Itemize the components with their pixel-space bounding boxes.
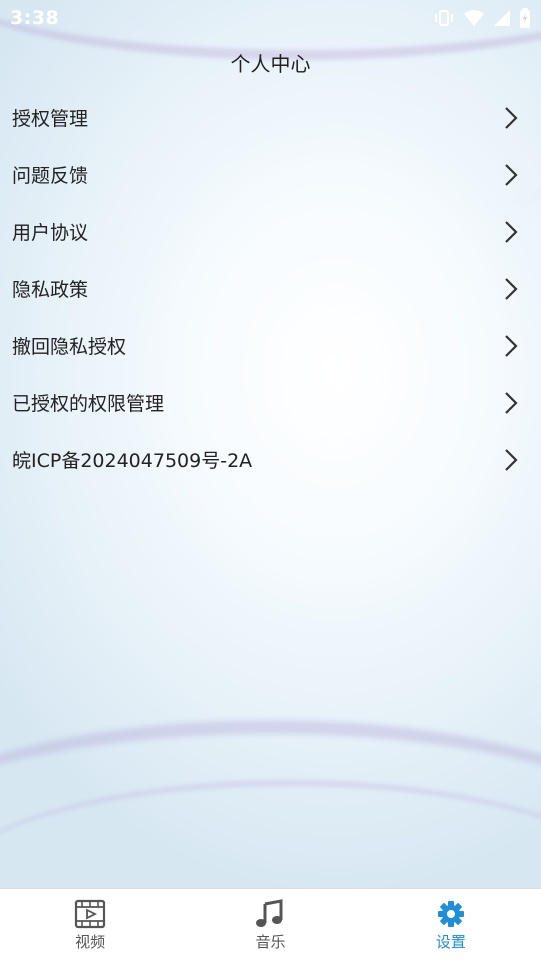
menu-item-label: 隐私政策 [12, 279, 89, 301]
status-bar: 3:38 [0, 0, 541, 36]
menu-item-label: 已授权的权限管理 [12, 393, 165, 415]
chevron-right-icon [505, 163, 518, 186]
chevron-right-icon [505, 334, 518, 357]
menu-item-label: 皖ICP备2024047509号-2A [12, 450, 253, 472]
chevron-right-icon [505, 277, 518, 300]
tab-label: 设置 [435, 933, 466, 951]
video-icon [75, 899, 106, 929]
menu-item-user-agreement[interactable]: 用户协议 [0, 203, 541, 260]
menu-item-revoke-privacy-authorization[interactable]: 撤回隐私授权 [0, 317, 541, 374]
chevron-right-icon [505, 220, 518, 243]
tab-music[interactable]: 音乐 [180, 889, 360, 961]
status-time: 3:38 [10, 7, 60, 29]
menu-item-label: 问题反馈 [12, 165, 89, 187]
tab-label: 视频 [75, 933, 106, 951]
tab-label: 音乐 [255, 933, 286, 951]
tab-settings[interactable]: 设置 [361, 889, 541, 961]
signal-icon [494, 10, 510, 26]
vibrate-icon [435, 10, 453, 26]
bottom-tab-bar: 视频 音乐 设置 [0, 888, 541, 961]
tab-video[interactable]: 视频 [0, 889, 180, 961]
menu-item-permission-management[interactable]: 已授权的权限管理 [0, 374, 541, 431]
status-icons [433, 8, 531, 28]
page-title: 个人中心 [230, 52, 311, 76]
music-note-icon [256, 899, 283, 927]
menu-item-feedback[interactable]: 问题反馈 [0, 146, 541, 203]
chevron-right-icon [505, 106, 518, 129]
gear-icon [437, 901, 464, 927]
menu-item-label: 撤回隐私授权 [12, 336, 127, 358]
chevron-right-icon [505, 391, 518, 414]
menu-item-authorization-management[interactable]: 授权管理 [0, 89, 541, 146]
battery-icon [520, 8, 530, 28]
settings-menu: 授权管理 问题反馈 用户协议 隐私政策 撤回隐私授权 已授权的权限管理 皖ICP… [0, 89, 541, 488]
menu-item-label: 用户协议 [12, 222, 89, 244]
menu-item-privacy-policy[interactable]: 隐私政策 [0, 260, 541, 317]
wifi-icon [464, 10, 484, 26]
chevron-right-icon [505, 448, 518, 471]
menu-item-label: 授权管理 [12, 108, 89, 130]
menu-item-icp-record[interactable]: 皖ICP备2024047509号-2A [0, 431, 541, 488]
